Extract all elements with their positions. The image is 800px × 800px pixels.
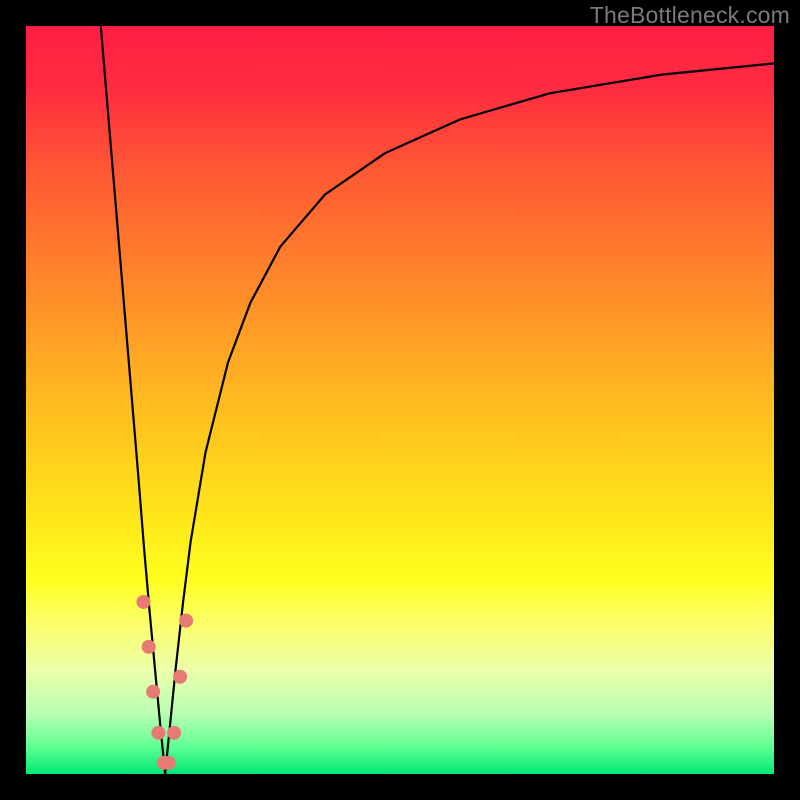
marker-dot (162, 756, 176, 770)
marker-dot (167, 726, 181, 740)
curve-left-branch (101, 26, 165, 774)
marker-dot (142, 640, 156, 654)
marker-dot (179, 614, 193, 628)
plot-area (26, 26, 774, 774)
watermark-text: TheBottleneck.com (590, 2, 790, 29)
chart-frame: TheBottleneck.com (0, 0, 800, 800)
marker-dot (173, 670, 187, 684)
curve-layer (26, 26, 774, 774)
marker-dot (146, 685, 160, 699)
marker-dot (151, 726, 165, 740)
highlight-markers (136, 595, 193, 770)
curve-right-branch (165, 63, 774, 774)
marker-dot (136, 595, 150, 609)
